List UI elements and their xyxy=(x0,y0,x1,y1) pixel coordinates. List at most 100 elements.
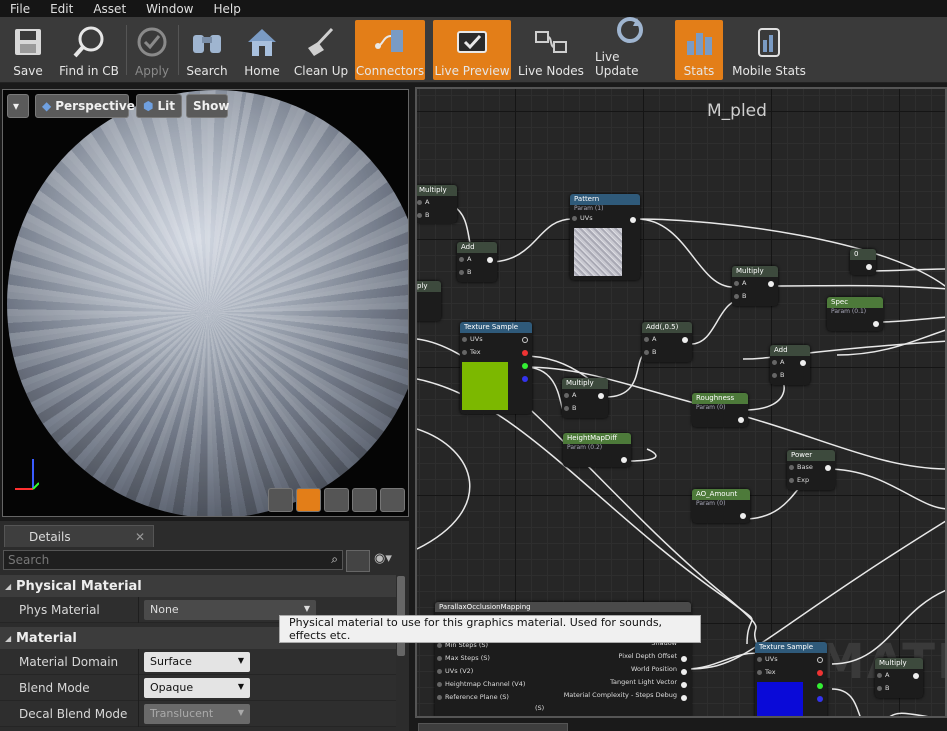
perspective-button[interactable]: ◆ Perspective xyxy=(35,94,135,118)
details-search-input[interactable]: Search ⌕ xyxy=(3,550,343,570)
texture-sample-node-2[interactable]: Texture Sample UVs Tex xyxy=(755,642,827,716)
lit-sphere-icon: ⬢ xyxy=(143,99,154,113)
multiply-node-left-1[interactable]: Multiply A B xyxy=(417,185,457,223)
live-preview-button[interactable]: Live Preview xyxy=(433,20,511,80)
find-in-cb-icon xyxy=(71,24,107,60)
toolbar-separator xyxy=(126,25,127,75)
output-pin[interactable] xyxy=(630,217,636,223)
view-options-icon[interactable] xyxy=(346,550,370,572)
menu-window[interactable]: Window xyxy=(136,2,203,16)
live-nodes-button[interactable]: Live Nodes xyxy=(518,20,584,80)
mobile-stats-icon xyxy=(751,24,787,60)
add-half-node[interactable]: Add(,0.5) A B xyxy=(642,322,692,362)
output-pin[interactable] xyxy=(522,337,528,343)
eye-icon[interactable]: ◉▾ xyxy=(374,551,392,566)
output-pin[interactable] xyxy=(681,669,687,675)
live-update-button[interactable]: Live Update xyxy=(595,17,665,80)
perspective-cube-icon: ◆ xyxy=(42,99,52,113)
details-tab[interactable]: Details ✕ xyxy=(4,525,154,547)
output-pin[interactable] xyxy=(825,465,831,471)
home-icon xyxy=(244,24,280,60)
preview-plane-button[interactable] xyxy=(324,488,349,512)
home-button[interactable]: Home xyxy=(238,20,286,80)
multiply-node-3[interactable]: Multiply A B xyxy=(732,266,778,306)
blend-mode-row: Blend Mode Opaque xyxy=(0,674,396,701)
add-node-3[interactable]: Add A B xyxy=(770,345,810,385)
find-in-cb-button[interactable]: Find in CB xyxy=(56,20,122,80)
stats-button[interactable]: Stats xyxy=(675,20,723,80)
blend-mode-dropdown[interactable]: Opaque xyxy=(144,677,250,698)
clean-up-button[interactable]: Clean Up xyxy=(290,20,352,80)
preview-cylinder-button[interactable] xyxy=(268,488,293,512)
multiply-node-2[interactable]: Multiply A B xyxy=(562,378,608,418)
preview-custom-mesh-button[interactable] xyxy=(380,488,405,512)
search-button[interactable]: Search xyxy=(183,20,231,80)
output-pin[interactable] xyxy=(738,417,744,423)
bottom-panel-tab[interactable] xyxy=(418,723,568,731)
output-pin[interactable] xyxy=(740,513,746,519)
menu-file[interactable]: File xyxy=(0,2,40,16)
red-channel-pin[interactable] xyxy=(817,670,823,676)
output-pin[interactable] xyxy=(817,657,823,663)
output-pin[interactable] xyxy=(768,281,774,287)
menu-asset[interactable]: Asset xyxy=(83,2,136,16)
green-channel-pin[interactable] xyxy=(522,363,528,369)
show-button[interactable]: Show xyxy=(186,94,230,118)
multiply-node-left-2[interactable]: ply xyxy=(417,281,441,321)
menu-help[interactable]: Help xyxy=(203,2,250,16)
output-pin[interactable] xyxy=(598,393,604,399)
material-domain-row: Material Domain Surface xyxy=(0,648,396,675)
decal-blend-mode-dropdown[interactable]: Translucent xyxy=(144,703,250,724)
output-pin[interactable] xyxy=(866,264,872,270)
apply-button[interactable]: Apply xyxy=(130,20,174,80)
pattern-param-node[interactable]: Pattern Param (1) UVs xyxy=(570,194,640,280)
material-domain-dropdown[interactable]: Surface xyxy=(144,651,250,672)
column-divider xyxy=(138,596,139,623)
toolbar: Save Find in CB Apply Search Home Clean … xyxy=(0,17,947,83)
output-pin[interactable] xyxy=(873,321,879,327)
power-node[interactable]: Power Base Exp xyxy=(787,450,835,490)
roughness-param-node[interactable]: Roughness Param (0) xyxy=(692,393,748,427)
blue-channel-pin[interactable] xyxy=(522,376,528,382)
viewport-options-button[interactable]: ▾ xyxy=(7,94,29,118)
menu-edit[interactable]: Edit xyxy=(40,2,83,16)
texture-sample-node-1[interactable]: Texture Sample UVs Tex xyxy=(460,322,532,414)
output-pin[interactable] xyxy=(800,360,806,366)
close-icon[interactable]: ✕ xyxy=(135,530,145,544)
binoculars-icon xyxy=(189,24,225,60)
output-pin[interactable] xyxy=(487,257,493,263)
output-pin[interactable] xyxy=(682,337,688,343)
menu-bar: File Edit Asset Window Help xyxy=(0,0,947,17)
heightmapdiff-param-node[interactable]: HeightMapDiff Param (0.2) xyxy=(563,433,631,467)
preview-cube-button[interactable] xyxy=(352,488,377,512)
preview-sphere xyxy=(7,90,408,516)
blue-channel-pin[interactable] xyxy=(817,696,823,702)
texture-preview-blue xyxy=(757,682,803,716)
search-icon: ⌕ xyxy=(331,552,338,566)
constant-zero-node[interactable]: 0 xyxy=(850,249,876,275)
column-divider xyxy=(138,648,139,675)
output-pin[interactable] xyxy=(681,695,687,701)
mobile-stats-button[interactable]: Mobile Stats xyxy=(730,20,808,80)
live-nodes-icon xyxy=(533,24,569,60)
output-pin[interactable] xyxy=(681,682,687,688)
phys-material-tooltip: Physical material to use for this graphi… xyxy=(279,615,701,643)
output-pin[interactable] xyxy=(621,457,627,463)
ao-amount-param-node[interactable]: AO_Amount Param (0) xyxy=(692,489,750,523)
add-node-1[interactable]: Add A B xyxy=(457,242,497,282)
preview-sphere-button[interactable] xyxy=(296,488,321,512)
red-channel-pin[interactable] xyxy=(522,350,528,356)
output-pin[interactable] xyxy=(913,673,919,679)
connectors-button[interactable]: Connectors xyxy=(355,20,425,80)
apply-icon xyxy=(134,24,170,60)
output-pin[interactable] xyxy=(681,656,687,662)
physical-material-category[interactable]: Physical Material xyxy=(0,575,396,597)
green-channel-pin[interactable] xyxy=(817,683,823,689)
save-button[interactable]: Save xyxy=(4,20,52,80)
spec-param-node[interactable]: Spec Param (0.1) xyxy=(827,297,883,331)
material-preview-viewport[interactable]: ▾ ◆ Perspective ⬢ Lit Show xyxy=(2,89,409,517)
multiply-node-4[interactable]: Multiply A B xyxy=(875,658,923,698)
texture-preview-green xyxy=(462,362,508,410)
lit-button[interactable]: ⬢ Lit xyxy=(136,94,182,118)
axis-gizmo xyxy=(15,459,39,490)
